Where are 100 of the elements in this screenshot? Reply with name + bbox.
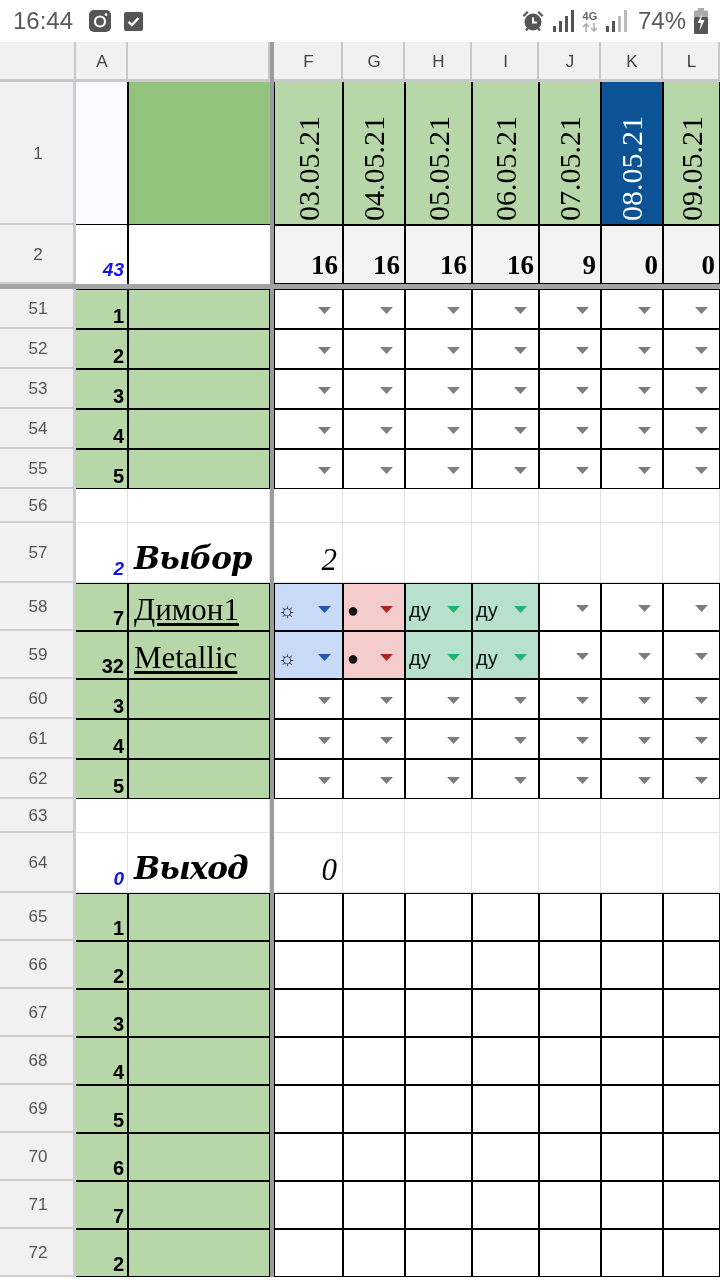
- dropdown-cell[interactable]: [274, 719, 343, 759]
- dropdown-cell[interactable]: [343, 449, 405, 489]
- dropdown-cell[interactable]: [601, 759, 663, 799]
- dropdown-cell[interactable]: [405, 409, 472, 449]
- row-number[interactable]: 62: [0, 759, 76, 799]
- date-cell[interactable]: 05.05.21: [405, 82, 472, 225]
- dropdown-cell[interactable]: [539, 759, 601, 799]
- row-number[interactable]: 67: [0, 989, 76, 1037]
- row-number[interactable]: 69: [0, 1085, 76, 1133]
- dropdown-cell[interactable]: [601, 409, 663, 449]
- dropdown-cell[interactable]: [472, 289, 539, 329]
- dropdown-cell[interactable]: [539, 449, 601, 489]
- dropdown-cell[interactable]: [601, 289, 663, 329]
- dropdown-chip[interactable]: ●: [343, 583, 405, 631]
- row-number[interactable]: 58: [0, 583, 76, 631]
- row-number[interactable]: 2: [0, 225, 76, 284]
- row-number[interactable]: 57: [0, 523, 76, 583]
- dropdown-cell[interactable]: [472, 369, 539, 409]
- row-number[interactable]: 61: [0, 719, 76, 759]
- dropdown-chip[interactable]: ду: [405, 583, 472, 631]
- dropdown-cell[interactable]: [274, 759, 343, 799]
- row-number[interactable]: 59: [0, 631, 76, 679]
- column-header[interactable]: K: [601, 42, 663, 82]
- column-header[interactable]: L: [663, 42, 720, 82]
- dropdown-cell[interactable]: [274, 369, 343, 409]
- dropdown-cell[interactable]: [343, 679, 405, 719]
- dropdown-cell[interactable]: [601, 583, 663, 631]
- column-header[interactable]: I: [472, 42, 539, 82]
- dropdown-cell[interactable]: [472, 449, 539, 489]
- dropdown-cell[interactable]: [539, 679, 601, 719]
- dropdown-cell[interactable]: [343, 329, 405, 369]
- dropdown-cell[interactable]: [539, 369, 601, 409]
- row-number[interactable]: 56: [0, 489, 76, 523]
- dropdown-cell[interactable]: [663, 449, 720, 489]
- dropdown-cell[interactable]: [343, 289, 405, 329]
- dropdown-cell[interactable]: [539, 631, 601, 679]
- dropdown-cell[interactable]: [663, 719, 720, 759]
- dropdown-cell[interactable]: [472, 679, 539, 719]
- column-header[interactable]: J: [539, 42, 601, 82]
- dropdown-cell[interactable]: [663, 759, 720, 799]
- column-header[interactable]: F: [274, 42, 343, 82]
- column-header[interactable]: G: [343, 42, 405, 82]
- date-cell[interactable]: 09.05.21: [663, 82, 720, 225]
- row-number[interactable]: 51: [0, 289, 76, 329]
- date-cell[interactable]: 06.05.21: [472, 82, 539, 225]
- row-number[interactable]: 63: [0, 799, 76, 833]
- dropdown-cell[interactable]: [274, 289, 343, 329]
- dropdown-cell[interactable]: [601, 369, 663, 409]
- dropdown-cell[interactable]: [663, 409, 720, 449]
- dropdown-chip[interactable]: ду: [472, 583, 539, 631]
- date-cell[interactable]: 07.05.21: [539, 82, 601, 225]
- dropdown-cell[interactable]: [274, 679, 343, 719]
- dropdown-cell[interactable]: [539, 583, 601, 631]
- dropdown-cell[interactable]: [472, 719, 539, 759]
- row-number[interactable]: 55: [0, 449, 76, 489]
- date-cell[interactable]: 08.05.21: [601, 82, 663, 225]
- dropdown-cell[interactable]: [601, 329, 663, 369]
- dropdown-cell[interactable]: [405, 289, 472, 329]
- dropdown-cell[interactable]: [663, 679, 720, 719]
- row-number[interactable]: 1: [0, 82, 76, 225]
- dropdown-cell[interactable]: [405, 679, 472, 719]
- dropdown-cell[interactable]: [601, 719, 663, 759]
- dropdown-cell[interactable]: [539, 409, 601, 449]
- dropdown-cell[interactable]: [405, 759, 472, 799]
- row-number[interactable]: 66: [0, 941, 76, 989]
- row-number[interactable]: 52: [0, 329, 76, 369]
- row-number[interactable]: 53: [0, 369, 76, 409]
- dropdown-chip[interactable]: ду: [472, 631, 539, 679]
- dropdown-chip[interactable]: ☼: [274, 631, 343, 679]
- dropdown-cell[interactable]: [405, 329, 472, 369]
- column-header[interactable]: H: [405, 42, 472, 82]
- dropdown-cell[interactable]: [405, 369, 472, 409]
- dropdown-chip[interactable]: ду: [405, 631, 472, 679]
- date-cell[interactable]: 04.05.21: [343, 82, 405, 225]
- dropdown-chip[interactable]: ●: [343, 631, 405, 679]
- dropdown-cell[interactable]: [472, 329, 539, 369]
- row-number[interactable]: 72: [0, 1229, 76, 1277]
- dropdown-cell[interactable]: [663, 583, 720, 631]
- column-header[interactable]: A: [76, 42, 128, 82]
- dropdown-cell[interactable]: [472, 409, 539, 449]
- dropdown-cell[interactable]: [663, 631, 720, 679]
- date-cell[interactable]: 03.05.21: [274, 82, 343, 225]
- dropdown-cell[interactable]: [663, 369, 720, 409]
- dropdown-cell[interactable]: [601, 449, 663, 489]
- row-number[interactable]: 54: [0, 409, 76, 449]
- dropdown-cell[interactable]: [343, 719, 405, 759]
- row-number[interactable]: 70: [0, 1133, 76, 1181]
- row-number[interactable]: 60: [0, 679, 76, 719]
- row-number[interactable]: 68: [0, 1037, 76, 1085]
- dropdown-cell[interactable]: [274, 329, 343, 369]
- dropdown-cell[interactable]: [601, 679, 663, 719]
- dropdown-cell[interactable]: [405, 719, 472, 759]
- row-number[interactable]: 71: [0, 1181, 76, 1229]
- dropdown-cell[interactable]: [343, 369, 405, 409]
- dropdown-cell[interactable]: [472, 759, 539, 799]
- dropdown-cell[interactable]: [663, 289, 720, 329]
- row-number[interactable]: 64: [0, 833, 76, 893]
- dropdown-cell[interactable]: [601, 631, 663, 679]
- dropdown-chip[interactable]: ☼: [274, 583, 343, 631]
- dropdown-cell[interactable]: [405, 449, 472, 489]
